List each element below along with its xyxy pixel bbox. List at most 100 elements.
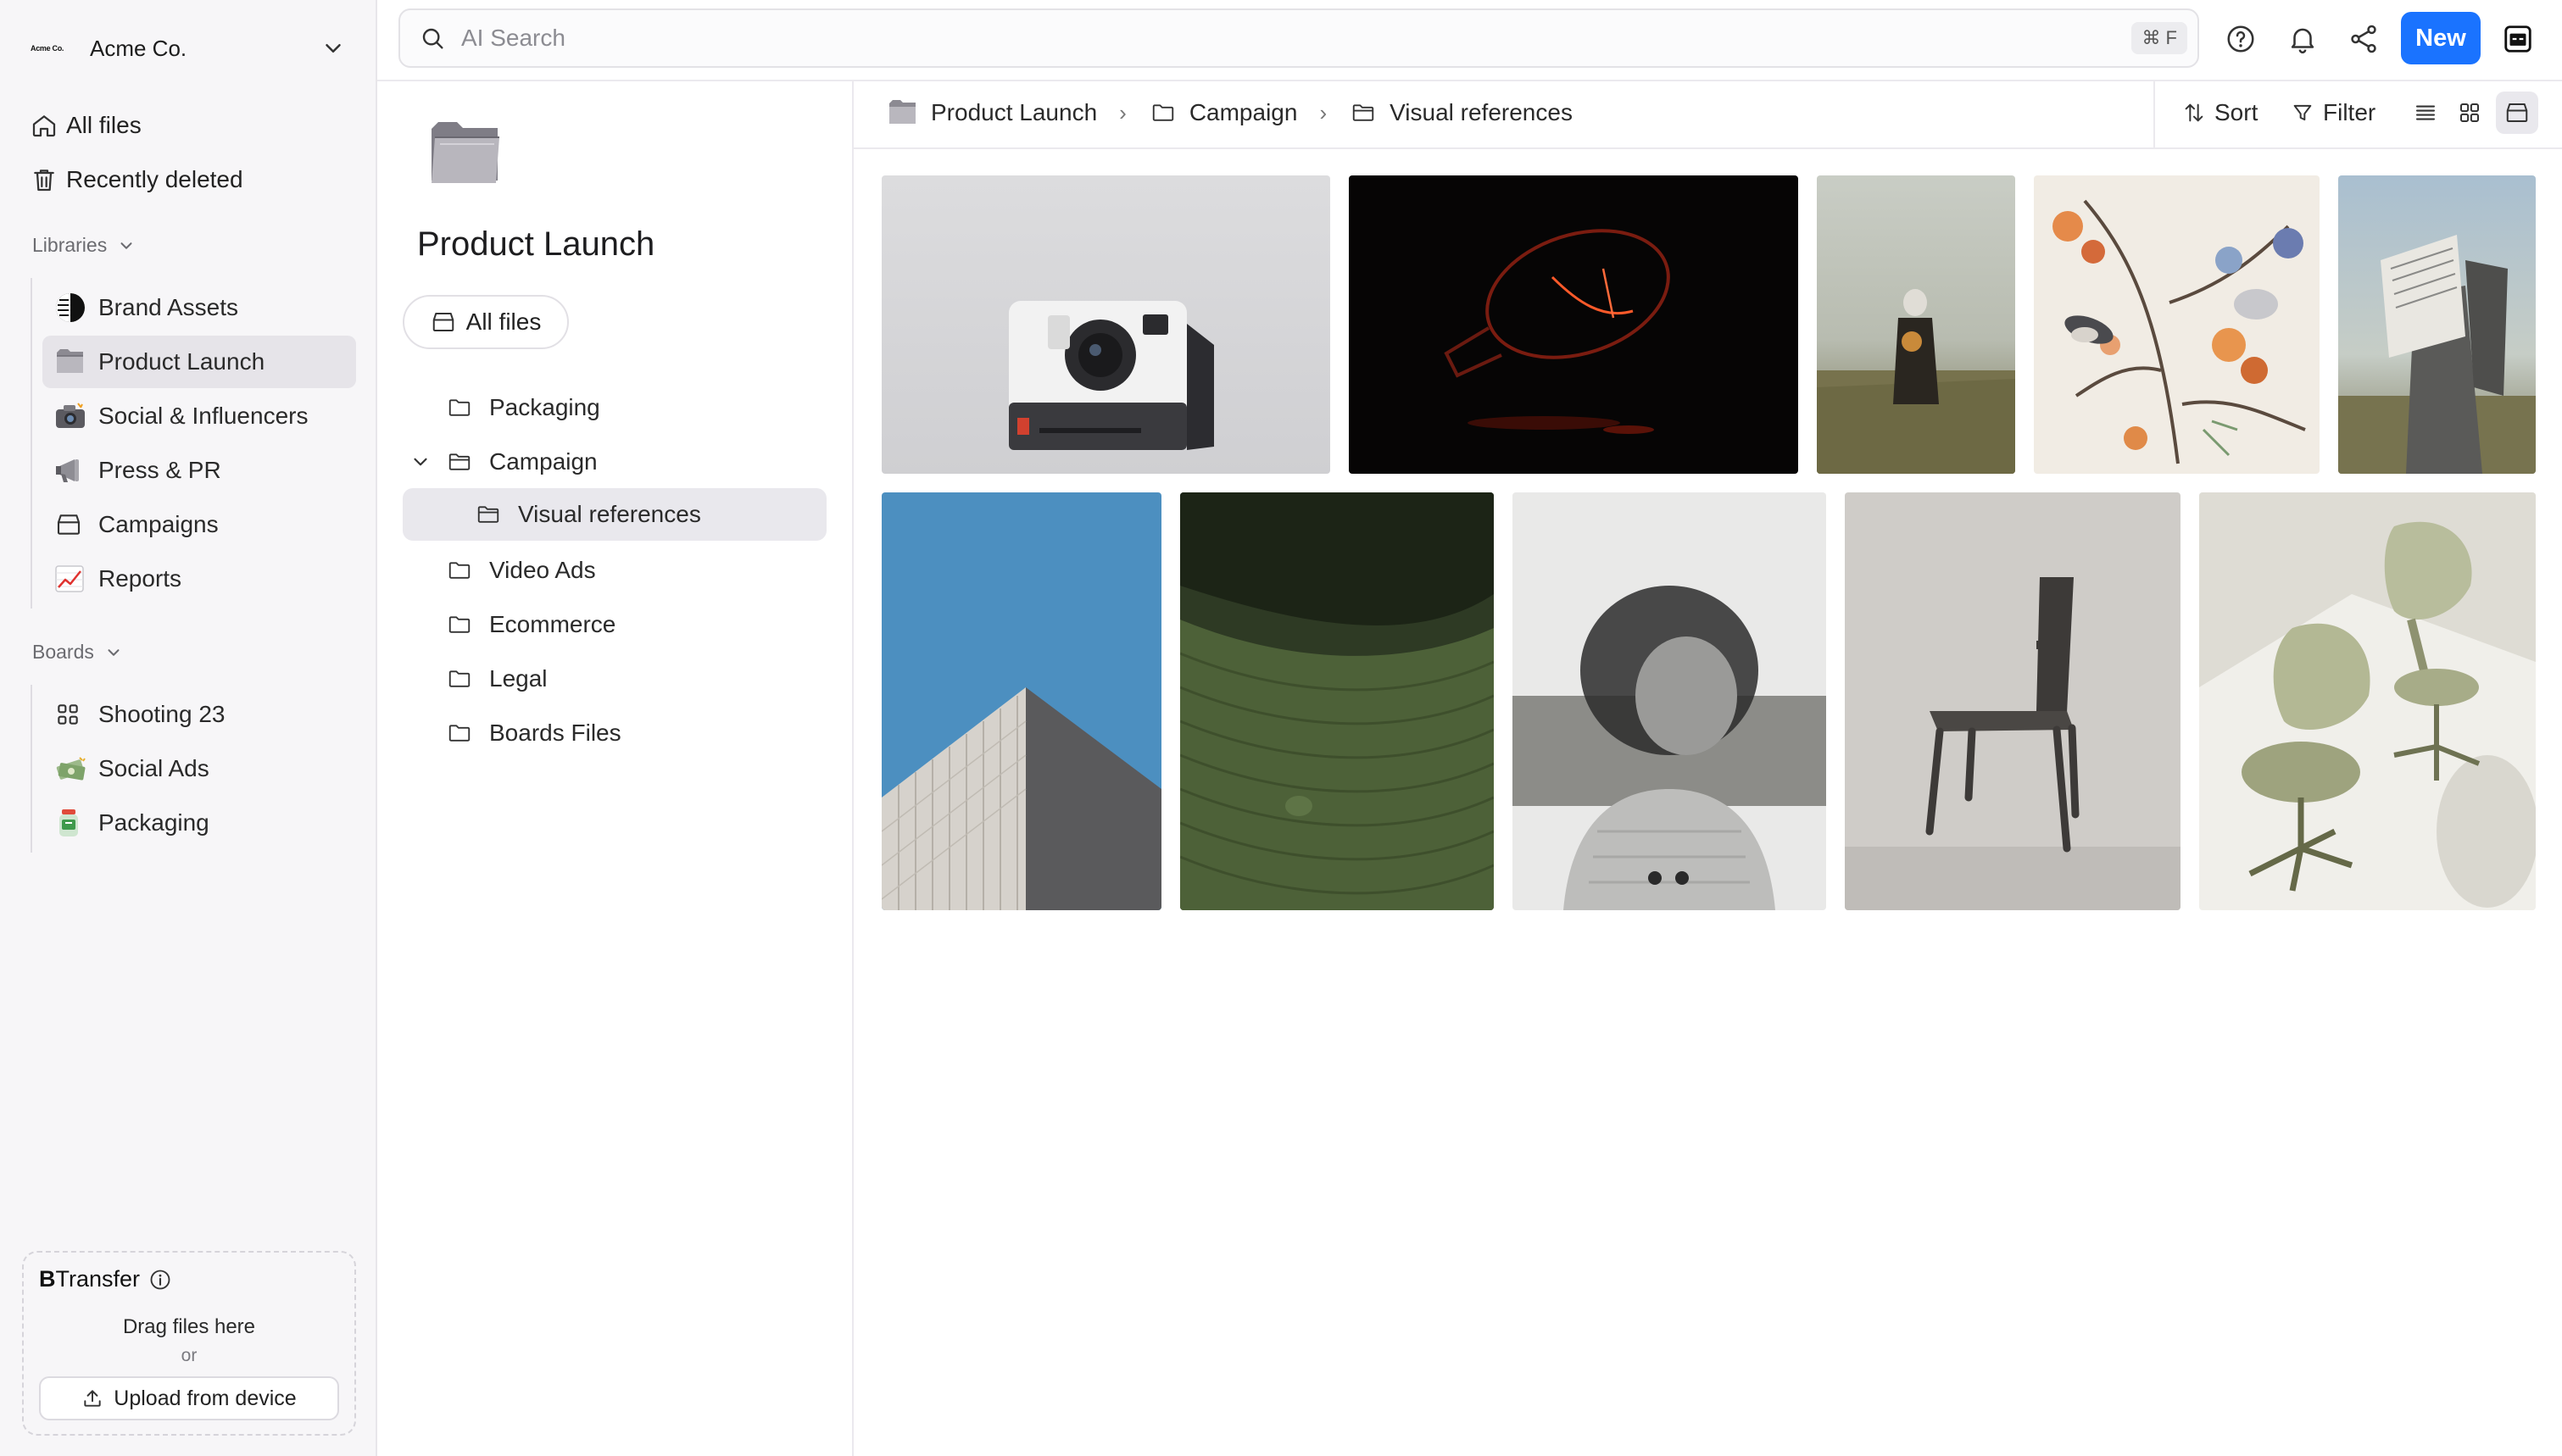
- notifications-button[interactable]: [2281, 17, 2325, 61]
- help-button[interactable]: [2219, 17, 2263, 61]
- new-button[interactable]: New: [2401, 12, 2481, 64]
- tree-item-ecommerce[interactable]: Ecommerce: [403, 598, 827, 651]
- tree-item-boards-files[interactable]: Boards Files: [403, 707, 827, 759]
- breadcrumb-item-product-launch[interactable]: Product Launch: [887, 98, 1097, 127]
- search-icon: [419, 25, 446, 52]
- breadcrumb-label: Campaign: [1189, 99, 1298, 125]
- workspace-name: Acme Co.: [90, 35, 187, 61]
- upload-icon: [81, 1387, 103, 1409]
- nav-recently-deleted[interactable]: Recently deleted: [31, 159, 243, 200]
- info-icon[interactable]: [148, 1268, 172, 1292]
- asset-thumbnail-blurred-portrait[interactable]: [1512, 492, 1826, 910]
- transfer-dropzone[interactable]: BTransfer Drag files here or Upload from…: [22, 1251, 356, 1436]
- chevron-down-icon: [320, 36, 346, 61]
- tree-item-campaign[interactable]: Campaign: [403, 436, 827, 488]
- asset-thumbnail-dark-chair[interactable]: [1845, 492, 2180, 910]
- asset-thumbnail-instant-camera[interactable]: [882, 175, 1330, 474]
- transfer-title: BTransfer: [39, 1266, 172, 1292]
- asset-thumbnail-botanical-birds-illustration[interactable]: [2034, 175, 2320, 474]
- share-button[interactable]: [2342, 17, 2386, 61]
- search-bar[interactable]: ⌘ F: [398, 8, 2199, 68]
- workspace-logo: Acme Co.: [31, 44, 64, 53]
- all-files-button[interactable]: All files: [403, 295, 569, 349]
- libraries-section-toggle[interactable]: Libraries: [32, 234, 136, 257]
- jar-emoji-icon: [54, 806, 98, 840]
- transfer-title-bold: B: [39, 1266, 56, 1292]
- library-item-label: Campaigns: [98, 511, 219, 537]
- panel-toggle-button[interactable]: [2496, 17, 2540, 61]
- tree-item-legal[interactable]: Legal: [403, 653, 827, 705]
- trash-icon: [31, 164, 66, 195]
- upload-from-device-button[interactable]: Upload from device: [39, 1376, 339, 1420]
- board-item-packaging[interactable]: Packaging: [42, 797, 356, 849]
- library-item-press-pr[interactable]: Press & PR: [42, 444, 356, 497]
- masonry-view-button[interactable]: [2496, 92, 2538, 134]
- help-icon: [2225, 23, 2257, 55]
- camera-emoji-icon: [54, 399, 98, 433]
- workspace-switcher[interactable]: Acme Co. Acme Co.: [31, 29, 346, 68]
- library-item-campaigns[interactable]: Campaigns: [42, 498, 356, 551]
- list-view-button[interactable]: [2404, 92, 2447, 134]
- nav-recently-deleted-label: Recently deleted: [66, 166, 243, 192]
- archive-box-icon: [54, 508, 98, 542]
- breadcrumb-item-campaign[interactable]: Campaign: [1149, 99, 1298, 126]
- breadcrumb-item-visual-references[interactable]: Visual references: [1349, 99, 1573, 126]
- folder-icon: [445, 558, 489, 583]
- library-item-brand-assets[interactable]: Brand Assets: [42, 281, 356, 334]
- board-item-label: Shooting 23: [98, 701, 226, 727]
- library-item-product-launch[interactable]: Product Launch: [42, 336, 356, 388]
- boards-tree-line: [31, 685, 32, 853]
- library-item-label: Brand Assets: [98, 294, 238, 320]
- asset-thumbnail-green-office-chairs[interactable]: [2199, 492, 2536, 910]
- search-input[interactable]: [459, 16, 2132, 60]
- folder-open-icon: [474, 502, 518, 527]
- tree-item-packaging[interactable]: Packaging: [403, 381, 827, 434]
- filter-icon: [2291, 101, 2314, 125]
- archive-box-icon: [2504, 100, 2530, 125]
- folder-panel-title: Product Launch: [417, 225, 655, 263]
- asset-thumbnail-building-corner-sky[interactable]: [882, 492, 1161, 910]
- board-item-social-ads[interactable]: Social Ads: [42, 742, 356, 795]
- grid-view-button[interactable]: [2448, 92, 2491, 134]
- money-emoji-icon: [54, 752, 98, 786]
- nav-all-files[interactable]: All files: [31, 105, 142, 146]
- all-files-button-label: All files: [465, 308, 542, 335]
- sort-button[interactable]: Sort: [2182, 93, 2258, 132]
- libraries-tree-line: [31, 278, 32, 609]
- asset-thumbnail-green-corduroy-cushion[interactable]: [1180, 492, 1494, 910]
- half-circle-icon: [54, 291, 98, 325]
- boards-section-toggle[interactable]: Boards: [32, 641, 123, 664]
- asset-thumbnail-person-reading-newspaper[interactable]: [2338, 175, 2536, 474]
- library-item-reports[interactable]: Reports: [42, 553, 356, 605]
- asset-thumbnail-figure-in-field[interactable]: [1817, 175, 2015, 474]
- breadcrumb-label: Product Launch: [931, 99, 1098, 125]
- breadcrumb: Product Launch › Campaign › Visual refer…: [887, 92, 1573, 134]
- filter-button[interactable]: Filter: [2291, 93, 2375, 132]
- tree-item-video-ads[interactable]: Video Ads: [403, 544, 827, 597]
- tree-item-label: Legal: [489, 665, 548, 692]
- chevron-down-icon[interactable]: [409, 451, 445, 473]
- library-item-social-influencers[interactable]: Social & Influencers: [42, 390, 356, 442]
- tree-item-visual-references[interactable]: Visual references: [403, 488, 827, 541]
- folder-icon: [445, 720, 489, 746]
- transfer-or-text: or: [181, 1346, 198, 1365]
- sort-icon: [2182, 101, 2206, 125]
- tree-item-label: Ecommerce: [489, 611, 616, 637]
- folder-icon: [445, 666, 489, 692]
- library-item-label: Reports: [98, 565, 182, 592]
- tree-item-label: Packaging: [489, 394, 600, 420]
- chevron-down-icon: [104, 643, 123, 662]
- tree-item-label: Boards Files: [489, 720, 621, 746]
- library-item-label: Press & PR: [98, 457, 221, 483]
- chart-emoji-icon: [54, 562, 98, 596]
- chevron-down-icon: [117, 236, 136, 255]
- tree-item-label: Visual references: [518, 501, 701, 527]
- asset-thumbnail-glowing-lightbulb[interactable]: [1349, 175, 1798, 474]
- content-divider: [854, 147, 2562, 149]
- breadcrumb-label: Visual references: [1390, 99, 1573, 125]
- board-item-shooting-23[interactable]: Shooting 23: [42, 688, 356, 741]
- large-folder-icon: [428, 119, 503, 186]
- nav-all-files-label: All files: [66, 112, 142, 138]
- list-icon: [2413, 100, 2438, 125]
- megaphone-emoji-icon: [54, 453, 98, 487]
